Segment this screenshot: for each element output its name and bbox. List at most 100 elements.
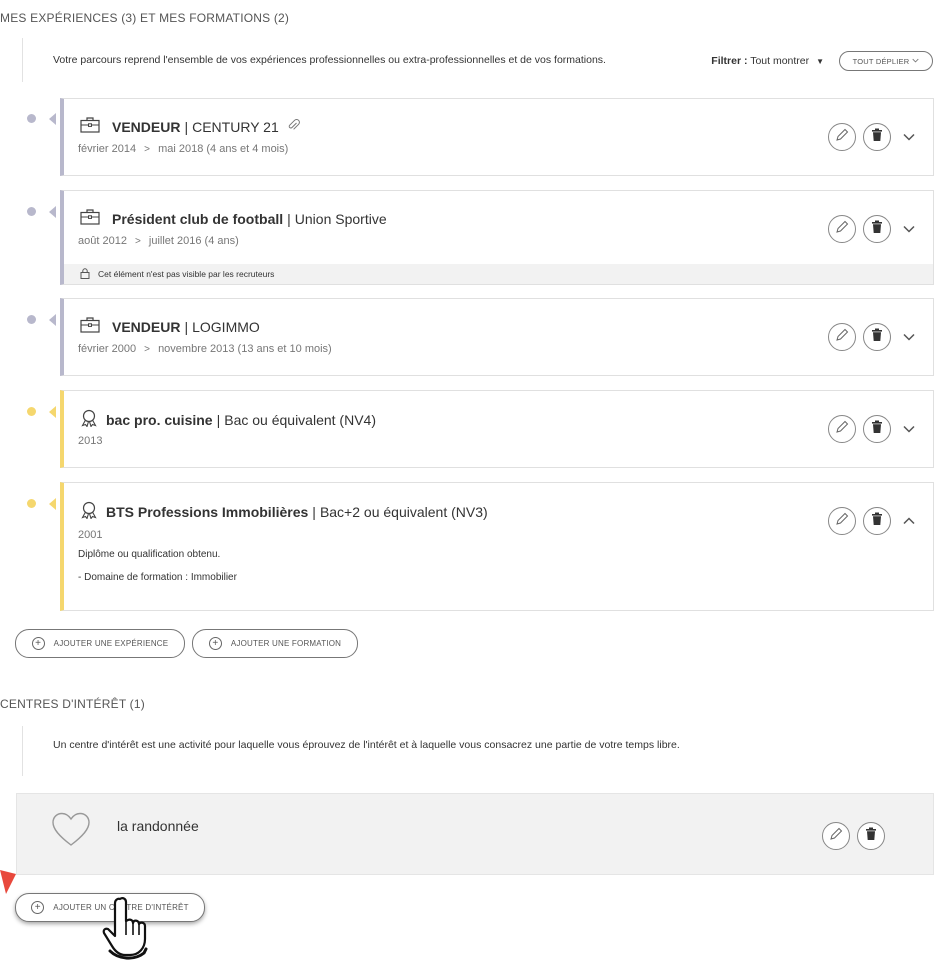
timeline-arrow (49, 113, 56, 125)
arrow-right-icon: > (144, 344, 150, 355)
hand-cursor-icon (98, 893, 168, 968)
chevron-down-icon[interactable] (903, 423, 915, 435)
chevron-down-icon[interactable] (903, 331, 915, 343)
timeline-arrow (49, 406, 56, 418)
experience-card[interactable]: Président club de football | Union Sport… (60, 190, 934, 285)
item-organization: Union Sportive (294, 210, 387, 227)
trash-icon (871, 420, 883, 439)
section-title-experiences: MES EXPÉRIENCES (3) ET MES FORMATIONS (2… (0, 11, 290, 25)
pencil-icon (835, 220, 849, 239)
item-title: BTS Professions Immobilières (106, 503, 309, 520)
item-date: 2001 (78, 529, 103, 541)
filter-label: Filtrer : (711, 55, 748, 67)
item-title: bac pro. cuisine (106, 411, 213, 428)
pointer-arrow-icon (0, 870, 16, 901)
chevron-up-icon[interactable] (903, 515, 915, 527)
edit-button[interactable] (828, 323, 856, 351)
edit-button[interactable] (828, 415, 856, 443)
arrow-right-icon: > (144, 144, 150, 155)
award-icon (80, 409, 98, 430)
experiences-intro: Votre parcours reprend l'ensemble de vos… (22, 38, 606, 82)
chevron-down-icon (912, 57, 919, 66)
section-title-interests: CENTRES D'INTÉRÊT (1) (0, 697, 145, 711)
add-formation-label: AJOUTER UNE FORMATION (230, 639, 342, 648)
item-organization: CENTURY 21 (192, 118, 279, 135)
item-title: VENDEUR (112, 318, 181, 335)
award-icon (80, 501, 98, 522)
expand-all-button[interactable]: TOUT DÉPLIER (839, 51, 933, 71)
visibility-notice-text: Cet élément n'est pas visible par les re… (98, 269, 275, 279)
timeline-dot (27, 315, 36, 324)
item-end-date: novembre 2013 (13 ans et 10 mois) (158, 343, 332, 355)
filter-value: Tout montrer (750, 55, 810, 67)
interests-intro-text: Un centre d'intérêt est une activité pou… (53, 739, 680, 751)
trash-icon (865, 827, 877, 846)
separator: | (312, 503, 316, 520)
plus-icon: + (208, 637, 222, 650)
trash-icon (871, 220, 883, 239)
separator: | (184, 118, 189, 135)
item-start-date: février 2000 (78, 343, 137, 355)
heart-icon (51, 812, 91, 853)
pencil-icon (829, 827, 843, 846)
delete-button[interactable] (863, 415, 891, 443)
timeline-dot (27, 207, 36, 216)
plus-icon: + (31, 901, 45, 914)
item-start-date: février 2014 (78, 143, 137, 155)
briefcase-icon (80, 209, 100, 228)
pencil-icon (835, 328, 849, 347)
add-formation-button[interactable]: + AJOUTER UNE FORMATION (192, 629, 358, 658)
interest-label: la randonnée (117, 818, 199, 834)
filter-dropdown[interactable]: Filtrer : Tout montrer ▼ (711, 55, 824, 67)
experience-card[interactable]: VENDEUR | CENTURY 21 février 2014 > mai … (60, 98, 934, 176)
item-level: Bac+2 ou équivalent (NV3) (319, 503, 488, 520)
trash-icon (871, 128, 883, 147)
paperclip-icon[interactable] (287, 118, 300, 135)
expand-all-label: TOUT DÉPLIER (852, 56, 910, 66)
item-end-date: mai 2018 (4 ans et 4 mois) (158, 143, 289, 155)
timeline-arrow (49, 314, 56, 326)
item-organization: LOGIMMO (192, 318, 260, 335)
interest-card[interactable]: la randonnée (16, 793, 934, 875)
delete-button[interactable] (863, 323, 891, 351)
edit-button[interactable] (822, 822, 850, 850)
interests-intro: Un centre d'intérêt est une activité pou… (22, 726, 680, 776)
lock-icon (80, 267, 98, 281)
item-date: 2013 (78, 435, 103, 447)
visibility-notice: Cet élément n'est pas visible par les re… (64, 264, 933, 284)
timeline-arrow (49, 206, 56, 218)
item-detail-domain: - Domaine de formation : Immobilier (78, 572, 237, 583)
add-experience-label: AJOUTER UNE EXPÉRIENCE (53, 639, 169, 648)
trash-icon (871, 328, 883, 347)
chevron-down-icon[interactable] (903, 223, 915, 235)
arrow-right-icon: > (135, 236, 141, 247)
formation-card[interactable]: bac pro. cuisine | Bac ou équivalent (NV… (60, 390, 934, 468)
delete-button[interactable] (863, 123, 891, 151)
formation-card[interactable]: BTS Professions Immobilières | Bac+2 ou … (60, 482, 934, 611)
item-title: VENDEUR (112, 118, 181, 135)
delete-button[interactable] (857, 822, 885, 850)
experience-card[interactable]: VENDEUR | LOGIMMO février 2000 > novembr… (60, 298, 934, 376)
item-detail-status: Diplôme ou qualification obtenu. (78, 549, 221, 560)
edit-button[interactable] (828, 507, 856, 535)
caret-down-icon: ▼ (816, 57, 824, 66)
delete-button[interactable] (863, 507, 891, 535)
chevron-down-icon[interactable] (903, 131, 915, 143)
delete-button[interactable] (863, 215, 891, 243)
separator: | (216, 411, 221, 428)
edit-button[interactable] (828, 215, 856, 243)
edit-button[interactable] (828, 123, 856, 151)
item-start-date: août 2012 (78, 235, 127, 247)
briefcase-icon (80, 317, 100, 336)
timeline-dot (27, 407, 36, 416)
item-level: Bac ou équivalent (NV4) (224, 411, 376, 428)
briefcase-icon (80, 117, 100, 136)
pencil-icon (835, 420, 849, 439)
pencil-icon (835, 512, 849, 531)
item-end-date: juillet 2016 (4 ans) (148, 235, 239, 247)
timeline-dot (27, 114, 36, 123)
add-experience-button[interactable]: + AJOUTER UNE EXPÉRIENCE (15, 629, 185, 658)
separator: | (287, 210, 291, 227)
trash-icon (871, 512, 883, 531)
experiences-intro-text: Votre parcours reprend l'ensemble de vos… (53, 54, 606, 66)
